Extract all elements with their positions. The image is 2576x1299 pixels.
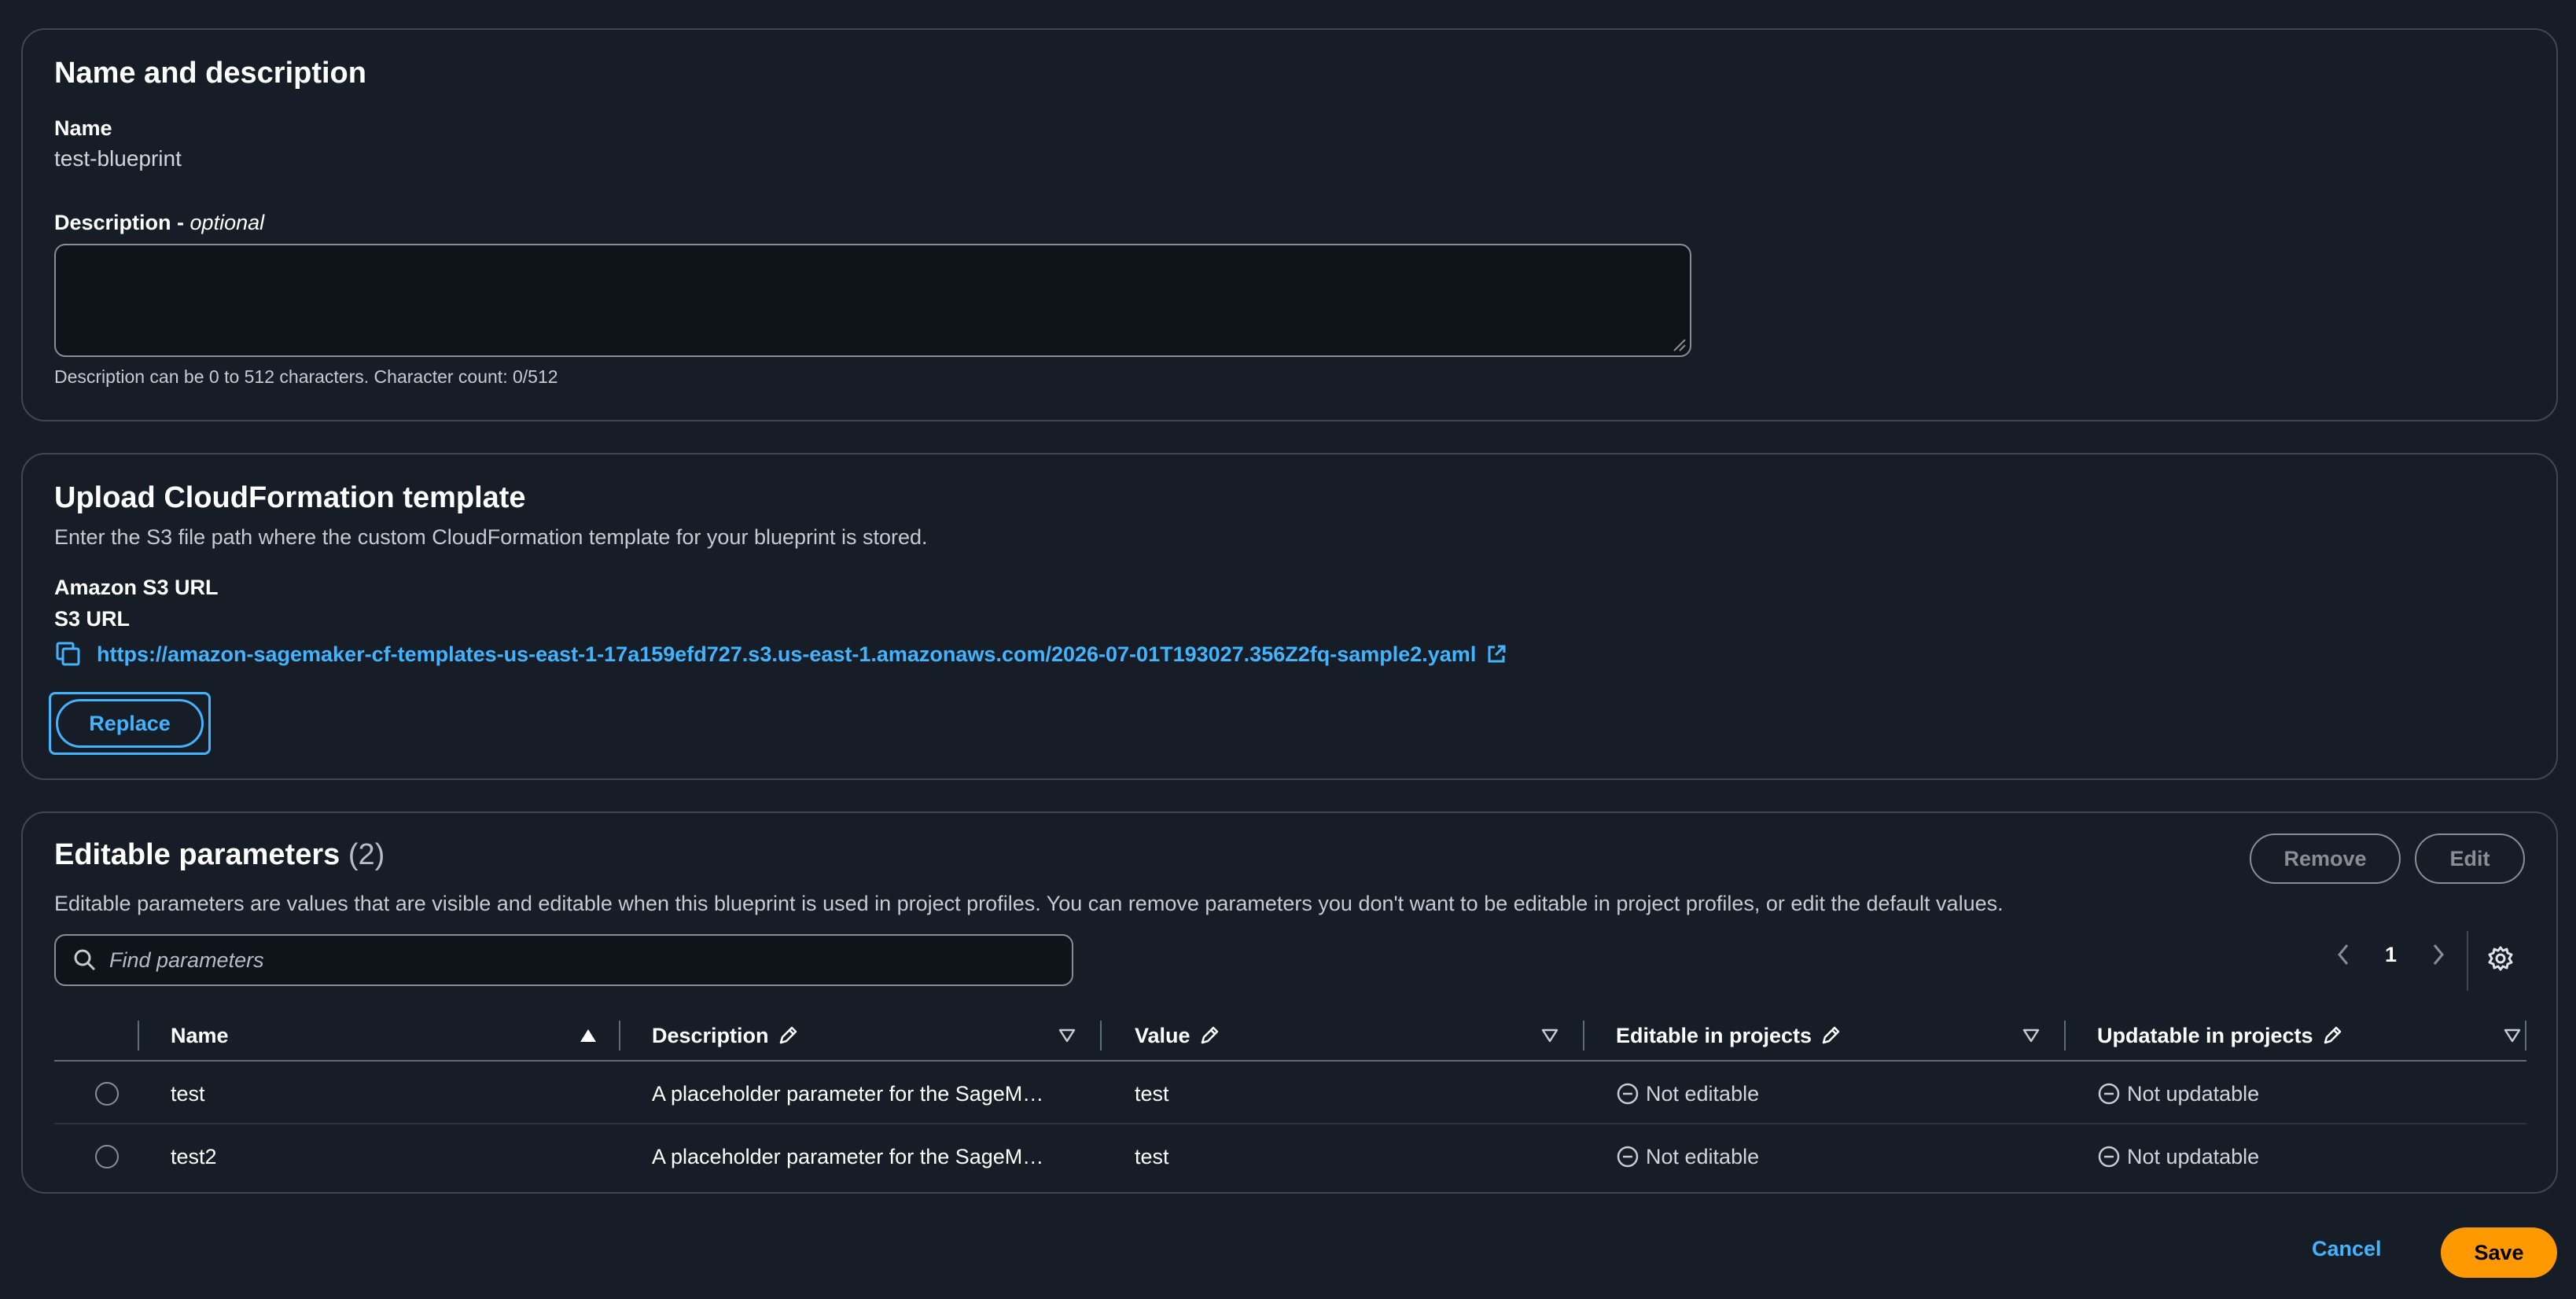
- column-header-name[interactable]: Name: [171, 1010, 229, 1062]
- row-description: A placeholder parameter for the SageM…: [652, 1081, 1044, 1106]
- pencil-icon: [779, 1026, 797, 1044]
- chevron-right-icon[interactable]: [2428, 939, 2447, 970]
- name-value: test-blueprint: [54, 146, 182, 171]
- settings-gear-icon[interactable]: [2487, 945, 2514, 972]
- description-optional-text: optional: [190, 211, 265, 234]
- column-separator[interactable]: [619, 1021, 620, 1051]
- upload-template-panel: Upload CloudFormation template Enter the…: [21, 453, 2558, 780]
- not-editable-icon: [1617, 1083, 1639, 1105]
- editable-parameters-panel: Editable parameters (2) Remove Edit Edit…: [21, 811, 2558, 1194]
- pencil-icon: [1822, 1026, 1840, 1044]
- row-updatable-label: Not updatable: [2127, 1081, 2260, 1106]
- resize-handle-icon[interactable]: [1669, 335, 1687, 352]
- table-row[interactable]: test A placeholder parameter for the Sag…: [54, 1063, 2526, 1124]
- description-label-text: Description -: [54, 211, 190, 234]
- s3-url-link[interactable]: https://amazon-sagemaker-cf-templates-us…: [97, 642, 1476, 667]
- pagination: 1: [2335, 939, 2447, 970]
- search-input[interactable]: [109, 948, 1037, 973]
- name-description-heading: Name and description: [54, 57, 366, 90]
- not-updatable-icon: [2098, 1146, 2120, 1168]
- row-value: test: [1135, 1081, 1169, 1106]
- search-icon: [74, 949, 96, 971]
- s3-url-row: https://amazon-sagemaker-cf-templates-us…: [54, 640, 1507, 668]
- row-editable-status: Not editable: [1616, 1126, 1759, 1187]
- editable-parameters-count: (2): [348, 838, 385, 871]
- column-header-value-label: Value: [1135, 1023, 1190, 1047]
- name-label: Name: [54, 116, 112, 140]
- column-header-value[interactable]: Value: [1135, 1010, 1220, 1062]
- editable-parameters-description: Editable parameters are values that are …: [54, 892, 2004, 915]
- column-separator[interactable]: [2064, 1021, 2066, 1051]
- copy-icon[interactable]: [54, 640, 83, 668]
- filter-caret-icon[interactable]: [2503, 1027, 2522, 1044]
- upload-template-description: Enter the S3 file path where the custom …: [54, 525, 928, 549]
- row-updatable-label: Not updatable: [2127, 1144, 2260, 1168]
- column-header-name-label: Name: [171, 1023, 229, 1047]
- filter-caret-icon[interactable]: [1540, 1027, 1559, 1044]
- column-header-description-label: Description: [652, 1023, 769, 1047]
- sort-ascending-icon[interactable]: [578, 1025, 598, 1046]
- cancel-button[interactable]: Cancel: [2312, 1237, 2382, 1261]
- save-button[interactable]: Save: [2441, 1227, 2557, 1278]
- row-description: A placeholder parameter for the SageM…: [652, 1144, 1044, 1168]
- table-row[interactable]: test2 A placeholder parameter for the Sa…: [54, 1126, 2526, 1187]
- replace-button-focus-ring: Replace: [49, 692, 211, 755]
- column-header-updatable-label: Updatable in projects: [2097, 1023, 2313, 1047]
- row-select-radio[interactable]: [95, 1145, 119, 1168]
- filter-caret-icon[interactable]: [2022, 1027, 2041, 1044]
- row-editable-label: Not editable: [1646, 1144, 1760, 1168]
- s3-url-label: Amazon S3 URL: [54, 576, 219, 599]
- edit-button[interactable]: Edit: [2415, 833, 2525, 884]
- external-link-icon: [1488, 645, 1506, 663]
- row-editable-label: Not editable: [1646, 1081, 1760, 1106]
- column-separator: [2525, 1021, 2526, 1051]
- find-parameters-search[interactable]: [54, 934, 1073, 986]
- parameters-table-header: Name Description Value Editable in proje…: [54, 1010, 2526, 1062]
- description-textarea[interactable]: [54, 244, 1691, 357]
- not-updatable-icon: [2098, 1083, 2120, 1105]
- column-separator: [138, 1021, 139, 1051]
- pencil-icon: [1201, 1026, 1218, 1044]
- editable-parameters-title: Editable parameters: [54, 838, 340, 871]
- editable-parameters-heading: Editable parameters (2): [54, 838, 385, 872]
- pagination-divider: [2467, 931, 2468, 991]
- description-hint: Description can be 0 to 512 characters. …: [54, 366, 558, 387]
- row-select-radio[interactable]: [95, 1082, 119, 1106]
- column-header-updatable[interactable]: Updatable in projects: [2097, 1010, 2343, 1062]
- column-separator[interactable]: [1583, 1021, 1584, 1051]
- column-header-editable[interactable]: Editable in projects: [1616, 1010, 1842, 1062]
- not-editable-icon: [1617, 1146, 1639, 1168]
- row-editable-status: Not editable: [1616, 1063, 1759, 1124]
- s3-url-sublabel: S3 URL: [54, 607, 131, 631]
- remove-button[interactable]: Remove: [2250, 833, 2401, 884]
- row-updatable-status: Not updatable: [2097, 1126, 2259, 1187]
- page-number[interactable]: 1: [2385, 943, 2397, 967]
- column-header-editable-label: Editable in projects: [1616, 1023, 1812, 1047]
- row-value: test: [1135, 1144, 1169, 1168]
- chevron-left-icon[interactable]: [2335, 939, 2353, 970]
- replace-button[interactable]: Replace: [56, 699, 204, 748]
- column-header-description[interactable]: Description: [652, 1010, 799, 1062]
- column-separator[interactable]: [1100, 1021, 1102, 1051]
- upload-template-heading: Upload CloudFormation template: [54, 481, 526, 514]
- name-description-panel: Name and description Name test-blueprint…: [21, 28, 2558, 421]
- row-name: test: [171, 1081, 205, 1106]
- description-label: Description - optional: [54, 211, 264, 235]
- row-updatable-status: Not updatable: [2097, 1063, 2259, 1124]
- pencil-icon: [2324, 1026, 2341, 1044]
- filter-caret-icon[interactable]: [1058, 1027, 1076, 1044]
- row-name: test2: [171, 1144, 217, 1168]
